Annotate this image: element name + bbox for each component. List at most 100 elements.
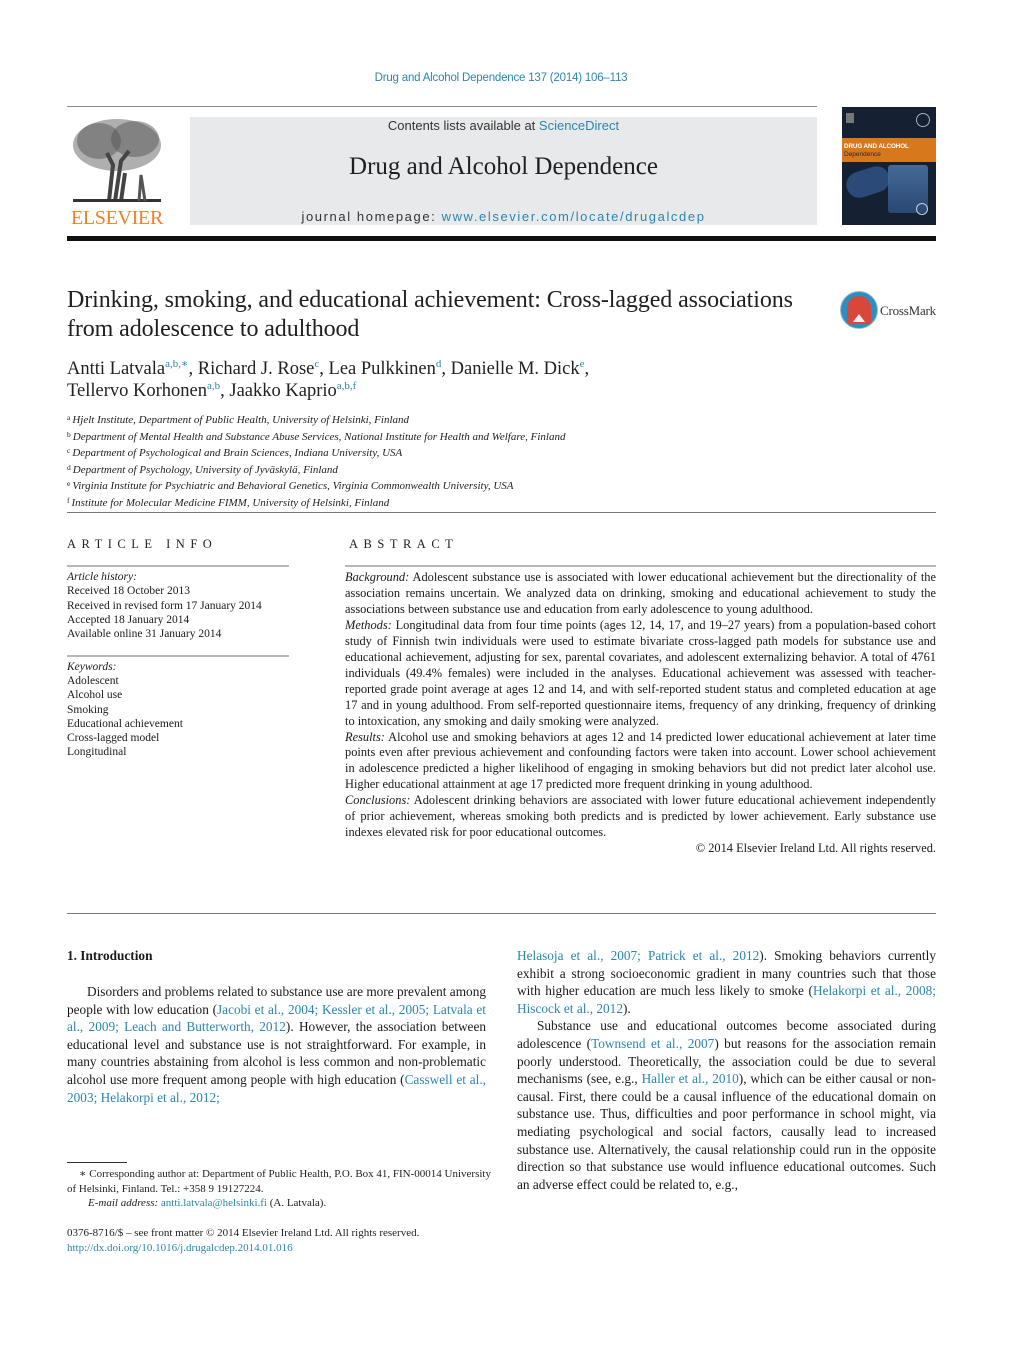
author-separator: , [584,359,590,379]
abstract-section-label: Conclusions: [345,793,411,808]
cover-emblem-icon [916,203,928,215]
article-info-rule [67,565,289,567]
cover-subtitle: Dependence [844,151,881,158]
article-info-heading: ARTICLE INFO [67,537,218,551]
author-affiliation-sup[interactable]: a,b [207,380,220,392]
author-separator: , [188,359,198,379]
article-title: Drinking, smoking, and educational achie… [67,287,793,342]
abstract-section-text: Adolescent drinking behaviors are associ… [345,793,936,840]
header-thick-rule [67,236,936,241]
issn-line: 0376-8716/$ – see front matter © 2014 El… [67,1227,420,1239]
keyword-item: Adolescent [67,675,119,688]
cover-seal-icon [916,113,930,127]
email-label: E-mail address: [88,1197,159,1209]
author[interactable]: Richard J. Rosec [198,359,320,380]
keywords-label: Keywords: [67,661,117,673]
journal-banner: Contents lists available at ScienceDirec… [190,117,817,225]
author-name[interactable]: Tellervo Korhonen [67,381,207,401]
journal-title: Drug and Alcohol Dependence [349,153,658,180]
affiliation-key: a [67,413,71,422]
affiliation-key: f [67,495,70,505]
history-item: Accepted 18 January 2014 [67,613,190,626]
author[interactable]: Jaakko Kaprioa,b,f [229,380,357,402]
email-note: E-mail address: antti.latvala@helsinki.f… [67,1196,492,1211]
keyword-item: Smoking [67,703,109,716]
keyword-item: Alcohol use [67,689,123,702]
author[interactable]: Antti Latvalaa,b,∗ [67,358,188,380]
abstract-section-label: Methods: [345,617,392,632]
author-affiliation-sup[interactable]: a,b,∗ [165,358,188,370]
body-paragraph: Substance use and educational outcomes b… [517,1017,936,1193]
affiliation-text: Department of Mental Health and Substanc… [72,430,566,443]
author-separator: , [319,359,329,379]
affiliation-key: b [67,429,71,439]
crossmark-button[interactable]: CrossMark [840,291,940,329]
author-separator: , [441,359,451,379]
journal-citation-link[interactable]: Drug and Alcohol Dependence 137 (2014) 1… [0,72,1002,84]
abstract-conclusions: Conclusions: Adolescent drinking behavio… [345,793,936,841]
email-link[interactable]: antti.latvala@helsinki.fi [161,1197,267,1209]
elsevier-logo[interactable]: ELSEVIER [67,115,167,230]
abstract-results: Results: Alcohol use and smoking behavio… [345,730,936,794]
affiliation-rule [67,512,936,513]
author-name[interactable]: Jaakko Kaprio [229,381,336,401]
contents-prefix: Contents lists available at [387,118,539,133]
author-separator: , [220,381,230,401]
abstract-methods: Methods: Longitudinal data from four tim… [345,618,936,730]
affiliation-item: a Hjelt Institute, Department of Public H… [67,411,827,428]
affiliation-text: Department of Psychological and Brain Sc… [72,447,403,459]
affiliation-item: b Department of Mental Health and Substan… [67,428,827,445]
affiliation-key: d [67,462,71,472]
header-rule [67,106,817,107]
crossmark-notch-shape [853,314,865,322]
journal-homepage-link[interactable]: www.elsevier.com/locate/drugalcdep [442,209,706,224]
email-suffix: (A. Latvala). [266,1197,327,1209]
crossmark-label: CrossMark [880,303,936,318]
author-name[interactable]: Lea Pulkkinen [329,359,436,379]
history-item: Received in revised form 17 January 2014 [67,599,262,612]
abstract-background: Background: Adolescent substance use is … [345,570,936,618]
abstract-section-label: Results: [345,729,385,744]
affiliation-text: Hjelt Institute, Department of Public He… [72,414,410,426]
elsevier-wordmark: ELSEVIER [70,207,164,229]
author[interactable]: Danielle M. Dicke [451,359,585,380]
keyword-item: Longitudinal [67,746,127,759]
affiliation-item: f Institute for Molecular Medicine FIMM, … [67,494,827,511]
author[interactable]: Lea Pulkkinend [329,359,442,380]
crossmark-icon [840,291,878,329]
keywords-list: Keywords: Adolescent Alcohol use Smoking… [67,660,297,759]
doi-link[interactable]: http://dx.doi.org/10.1016/j.drugalcdep.2… [67,1242,293,1254]
abstract-heading: ABSTRACT [349,537,459,551]
section-heading-introduction: 1. Introduction [67,948,153,963]
author-name[interactable]: Antti Latvala [67,359,165,379]
sciencedirect-link[interactable]: ScienceDirect [539,118,619,133]
body-text: ). [622,1000,631,1016]
citation-link[interactable]: Helasoja et al., 2007; Patrick et al., 2… [517,948,759,963]
body-text: ), which can be either causal or non-cau… [517,1071,936,1192]
history-label: Article history: [67,571,137,583]
cover-hand-graphic [843,162,893,202]
affiliation-item: c Department of Psychological and Brain S… [67,444,827,461]
abstract-section-label: Background: [345,570,410,584]
cover-elsevier-icon [846,113,854,123]
abstract-rule [345,565,936,567]
keywords-rule [67,655,289,657]
journal-cover-image[interactable]: DRUG AND ALCOHOL Dependence [842,107,936,225]
footnote-rule [67,1162,127,1163]
history-item: Received 18 October 2013 [67,585,190,598]
citation-link[interactable]: Haller et al., 2010 [642,1071,739,1086]
body-column-left: Disorders and problems related to substa… [67,983,486,1106]
contents-line: Contents lists available at ScienceDirec… [190,118,817,133]
homepage-line: journal homepage: www.elsevier.com/locat… [190,209,817,224]
affiliation-key: e [67,479,71,488]
issn-block: 0376-8716/$ – see front matter © 2014 El… [67,1226,507,1256]
author-name[interactable]: Richard J. Rose [198,359,315,379]
abstract-section-text: Alcohol use and smoking behaviors at age… [345,729,936,792]
citation-link[interactable]: Townsend et al., 2007 [591,1036,714,1051]
affiliation-text: Virginia Institute for Psychiatric and B… [72,480,514,492]
author-affiliation-sup[interactable]: a,b,f [337,380,357,392]
author[interactable]: Tellervo Korhonena,b [67,380,220,402]
elsevier-tree-icon [73,119,161,202]
body-paragraph: Disorders and problems related to substa… [67,983,486,1106]
author-name[interactable]: Danielle M. Dick [451,359,580,379]
